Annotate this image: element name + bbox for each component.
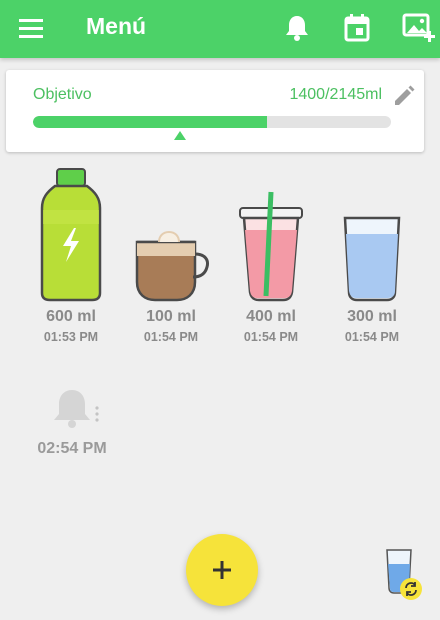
- menu-icon[interactable]: [14, 12, 48, 46]
- app-bar: Menú: [0, 0, 440, 58]
- drink-time: 01:54 PM: [344, 330, 400, 344]
- iced-drink-cup-icon: [221, 168, 321, 308]
- add-drink-button[interactable]: [186, 534, 258, 606]
- sports-drink-bottle-icon: [21, 168, 121, 308]
- bell-icon[interactable]: [278, 9, 316, 47]
- drink-amount: 100 ml: [146, 308, 196, 325]
- goal-label: Objetivo: [33, 86, 92, 103]
- bell-icon: [48, 382, 102, 436]
- goal-value: 1400/2145ml: [289, 86, 382, 103]
- drink-time: 01:54 PM: [143, 330, 199, 344]
- drink-amount: 400 ml: [246, 308, 296, 325]
- switch-cup-button[interactable]: [382, 546, 426, 602]
- goal-progress-fill: [33, 116, 267, 128]
- drink-amount: 600 ml: [46, 308, 96, 325]
- goal-card: Objetivo 1400/2145ml: [6, 70, 424, 152]
- drink-time: 01:53 PM: [43, 330, 99, 344]
- goal-progress-bar: [33, 116, 391, 128]
- reminder-time: 02:54 PM: [37, 440, 107, 457]
- progress-marker-icon: [174, 131, 186, 140]
- cappuccino-cup-icon: [121, 168, 221, 308]
- app-title: Menú: [86, 13, 147, 39]
- add-image-icon[interactable]: [398, 9, 436, 47]
- glass-refresh-icon: [386, 549, 422, 600]
- plus-icon: [213, 561, 231, 579]
- calendar-icon[interactable]: [338, 9, 376, 47]
- pencil-icon[interactable]: [390, 82, 418, 110]
- drink-time: 01:54 PM: [243, 330, 299, 344]
- water-glass-icon: [322, 168, 422, 308]
- drink-amount: 300 ml: [347, 308, 397, 325]
